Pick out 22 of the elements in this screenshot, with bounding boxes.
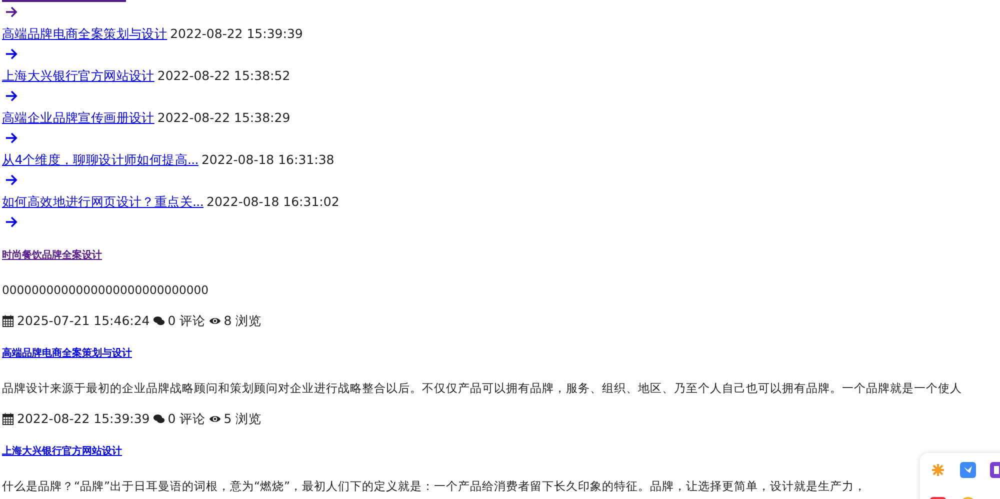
view-count: 8 浏览 [224, 312, 262, 330]
comment-count: 0 评论 [168, 312, 206, 330]
article-title-link[interactable]: 高端品牌电商全案策划与设计 [2, 348, 132, 359]
article-title-link[interactable]: 时尚餐饮品牌全案设计 [2, 250, 102, 261]
post-date: 2022-08-18 16:31:02 [206, 194, 340, 209]
post-date: 2022-08-18 16:31:38 [201, 152, 334, 167]
article-date: 2025-07-21 15:46:24 [17, 312, 150, 330]
recent-post-link[interactable]: 上海大兴银行官方网站设计 [2, 68, 154, 83]
article-title-link[interactable]: 上海大兴银行官方网站设计 [2, 446, 122, 457]
article-excerpt: 0000000000000000000000000000 [2, 282, 209, 299]
article-excerpt: 品牌设计来源于最初的企业品牌战略顾问和策划顾问对企业进行战略整合以后。不仅仅产品可以拥有品牌，服务、组织、地区、乃至个人自己也可以拥有品牌。一个品牌就是一个使人 [2, 380, 962, 397]
comment-count: 0 评论 [168, 410, 206, 428]
recent-post-link[interactable]: 如何高效地进行网页设计？重点关... [2, 194, 204, 209]
recent-post-link[interactable]: 从4个维度，聊聊设计师如何提高... [2, 152, 198, 167]
post-date: 2022-08-22 15:38:52 [157, 68, 290, 83]
recent-post-link[interactable]: 高端品牌电商全案策划与设计 [2, 26, 168, 41]
post-date: 2022-08-22 15:38:29 [157, 110, 290, 125]
recent-post-link[interactable]: 高端企业品牌宣传画册设计 [2, 110, 154, 125]
article-date: 2022-08-22 15:39:39 [17, 410, 150, 428]
article-excerpt: 什么是品牌？“品牌”出于日耳曼语的词根，意为“燃烧”，最初人们下的定义就是：一个产品给消费者留下长久印象的特征。品牌，让选择更简单，设计就是生产力， [2, 478, 866, 495]
view-count: 5 浏览 [224, 410, 262, 428]
post-date: 2022-08-22 15:39:39 [170, 26, 303, 41]
